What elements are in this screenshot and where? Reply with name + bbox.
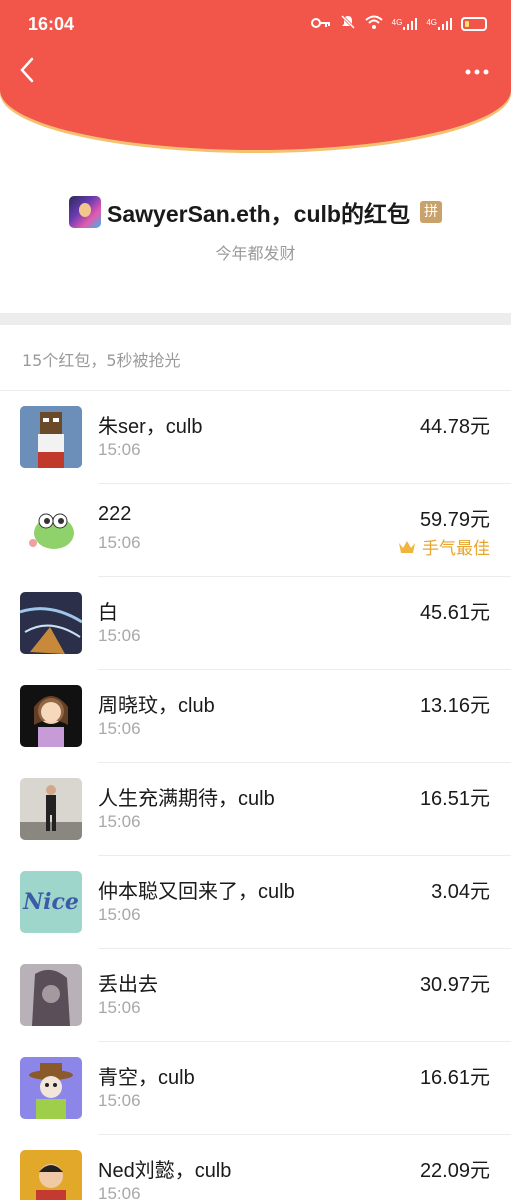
claim-time: 15:06 xyxy=(98,626,141,645)
wifi-icon xyxy=(364,15,383,32)
red-packet-title-row: SawyerSan.eth，culb的红包 拼 xyxy=(0,192,511,232)
avatar[interactable]: Nice xyxy=(20,871,82,933)
list-item[interactable]: 丢出去 15:06 30.97元 xyxy=(0,949,511,1042)
list-item[interactable]: Ned刘懿，culb 15:06 22.09元 xyxy=(0,1135,511,1200)
claim-time: 15:06 xyxy=(98,1184,141,1200)
avatar[interactable] xyxy=(20,1057,82,1119)
claimer-name: 仲本聪又回来了，culb xyxy=(98,881,295,903)
mute-icon xyxy=(340,14,356,33)
claim-amount: 16.51元 xyxy=(419,788,490,810)
status-bar: 16:04 4G 4G xyxy=(0,0,511,50)
key-icon xyxy=(310,16,331,32)
claimer-name: 朱ser，culb xyxy=(98,416,203,438)
list-item[interactable]: 222 15:06 59.79元 手气最佳 xyxy=(0,484,511,577)
claimer-name: Ned刘懿，culb xyxy=(98,1160,232,1182)
claim-summary: 15个红包，5秒被抢光 xyxy=(22,351,181,370)
list-item[interactable]: Nice 仲本聪又回来了，culb 15:06 3.04元 xyxy=(0,856,511,949)
more-button[interactable] xyxy=(465,56,489,81)
avatar[interactable] xyxy=(20,1150,82,1200)
claim-amount: 16.61元 xyxy=(419,1067,490,1089)
signal-4g-icon: 4G xyxy=(426,17,452,30)
avatar[interactable] xyxy=(20,499,82,561)
claim-amount: 59.79元 xyxy=(419,509,490,531)
list-item[interactable]: 青空，culb 15:06 16.61元 xyxy=(0,1042,511,1135)
claimer-name: 青空，culb xyxy=(98,1067,195,1089)
claim-time: 15:06 xyxy=(98,719,141,738)
best-luck-badge: 手气最佳 xyxy=(398,534,490,559)
chevron-left-icon xyxy=(20,57,34,83)
claim-time: 15:06 xyxy=(98,812,141,831)
avatar-text: Nice xyxy=(23,889,79,915)
claim-amount: 13.16元 xyxy=(419,695,490,717)
battery-icon xyxy=(461,16,487,31)
claim-amount: 44.78元 xyxy=(419,416,490,438)
claim-time: 15:06 xyxy=(98,905,141,924)
back-button[interactable] xyxy=(12,57,42,87)
status-icons: 4G 4G xyxy=(310,14,487,33)
list-item[interactable]: 周晓玟，club 15:06 13.16元 xyxy=(0,670,511,763)
avatar[interactable] xyxy=(20,964,82,1026)
claimer-name: 222 xyxy=(98,503,132,525)
crown-icon xyxy=(398,540,416,554)
page-title: SawyerSan.eth，culb的红包 xyxy=(107,201,410,227)
avatar[interactable] xyxy=(20,406,82,468)
claimer-name: 白 xyxy=(98,602,118,624)
claim-list: 朱ser，culb 15:06 44.78元 222 15:06 59.79元 … xyxy=(0,391,511,1200)
claimer-name: 人生充满期待，culb xyxy=(98,788,275,810)
status-time: 16:04 xyxy=(28,14,75,34)
claim-amount: 3.04元 xyxy=(431,881,490,903)
more-dots-icon xyxy=(465,69,489,75)
claimer-name: 周晓玟，club xyxy=(98,695,215,717)
claim-amount: 45.61元 xyxy=(419,602,490,624)
claim-time: 15:06 xyxy=(98,440,141,459)
pin-badge: 拼 xyxy=(419,201,442,223)
signal-label: 4G xyxy=(426,17,437,27)
signal-4g-icon: 4G xyxy=(391,17,418,30)
sender-avatar[interactable] xyxy=(69,196,102,228)
list-item[interactable]: 人生充满期待，culb 15:06 16.51元 xyxy=(0,763,511,856)
section-divider xyxy=(0,313,511,325)
claim-time: 15:06 xyxy=(98,998,141,1017)
red-packet-message: 今年都发财 xyxy=(215,244,296,263)
list-item[interactable]: 朱ser，culb 15:06 44.78元 xyxy=(0,391,511,484)
best-luck-label: 手气最佳 xyxy=(422,539,490,559)
avatar[interactable] xyxy=(20,685,82,747)
claim-amount: 30.97元 xyxy=(419,974,490,996)
avatar[interactable] xyxy=(20,592,82,654)
claimer-name: 丢出去 xyxy=(98,974,158,996)
claim-time: 15:06 xyxy=(98,533,141,552)
list-item[interactable]: 白 15:06 45.61元 xyxy=(0,577,511,670)
claim-amount: 22.09元 xyxy=(419,1160,490,1182)
signal-label: 4G xyxy=(391,17,403,27)
claim-time: 15:06 xyxy=(98,1091,141,1110)
avatar[interactable] xyxy=(20,778,82,840)
